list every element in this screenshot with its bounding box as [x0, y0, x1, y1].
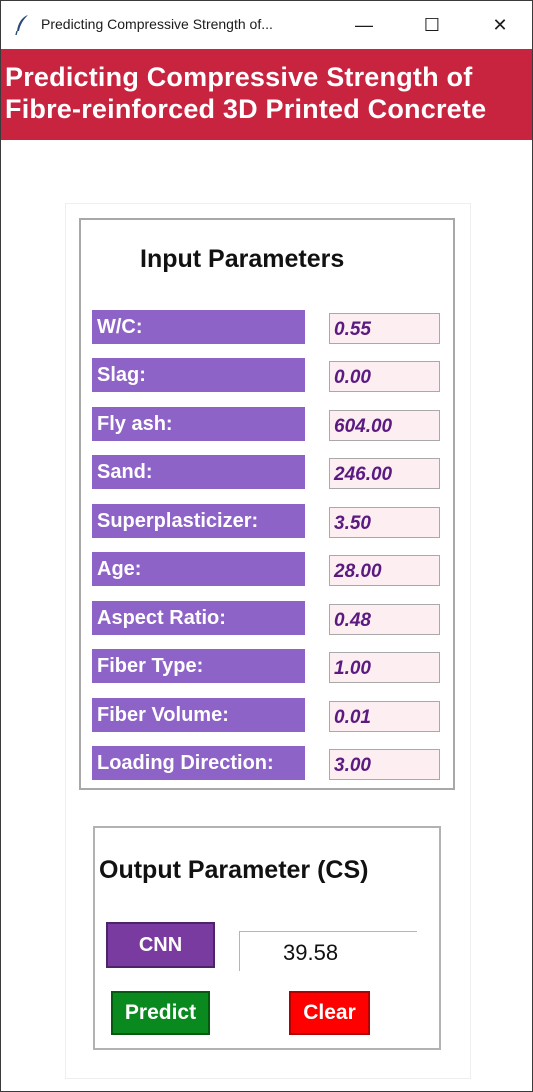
param-input-aspect-ratio[interactable]: 0.48 [329, 604, 440, 635]
close-icon: ✕ [492, 14, 508, 35]
param-label-age: Age: [92, 552, 305, 586]
param-label-fiber-type: Fiber Type: [92, 649, 305, 683]
window-title: Predicting Compressive Strength of... [41, 16, 273, 32]
param-input-superplasticizer[interactable]: 3.50 [329, 507, 440, 538]
param-label-superplasticizer: Superplasticizer: [92, 504, 305, 538]
maximize-icon: ☐ [423, 14, 441, 35]
param-label-loading-direction: Loading Direction: [92, 746, 305, 780]
output-parameter-heading: Output Parameter (CS) [99, 856, 369, 884]
param-label-aspect-ratio: Aspect Ratio: [92, 601, 305, 635]
result-value: 39.58 [283, 940, 339, 965]
param-label-slag: Slag: [92, 358, 305, 392]
input-parameters-heading: Input Parameters [140, 245, 345, 273]
param-input-age[interactable]: 28.00 [329, 555, 440, 586]
param-input-fiber-type[interactable]: 1.00 [329, 652, 440, 683]
param-input-fiber-volume[interactable]: 0.01 [329, 701, 440, 732]
predict-button[interactable]: Predict [111, 991, 210, 1035]
maximize-button[interactable]: ☐ [399, 1, 465, 49]
header-banner: Predicting Compressive Strength of Fibre… [1, 49, 532, 140]
param-label-fly-ash: Fly ash: [92, 407, 305, 441]
minimize-icon: — [355, 14, 373, 35]
feather-icon [15, 14, 31, 36]
param-input-loading-direction[interactable]: 3.00 [329, 749, 440, 780]
clear-button[interactable]: Clear [289, 991, 370, 1035]
app-window: Predicting Compressive Strength of... — … [0, 0, 533, 1092]
minimize-button[interactable]: — [331, 1, 397, 49]
param-input-slag[interactable]: 0.00 [329, 361, 440, 392]
param-label-sand: Sand: [92, 455, 305, 489]
header-title-line1: Predicting Compressive Strength of [5, 62, 473, 92]
close-button[interactable]: ✕ [467, 1, 533, 49]
param-label-fiber-volume: Fiber Volume: [92, 698, 305, 732]
param-input-fly-ash[interactable]: 604.00 [329, 410, 440, 441]
header-title-line2: Fibre-reinforced 3D Printed Concrete [5, 94, 487, 124]
param-input-sand[interactable]: 246.00 [329, 458, 440, 489]
title-bar: Predicting Compressive Strength of... — … [1, 1, 532, 49]
param-input-wc[interactable]: 0.55 [329, 313, 440, 344]
cnn-model-button[interactable]: CNN [106, 922, 215, 968]
param-label-wc: W/C: [92, 310, 305, 344]
